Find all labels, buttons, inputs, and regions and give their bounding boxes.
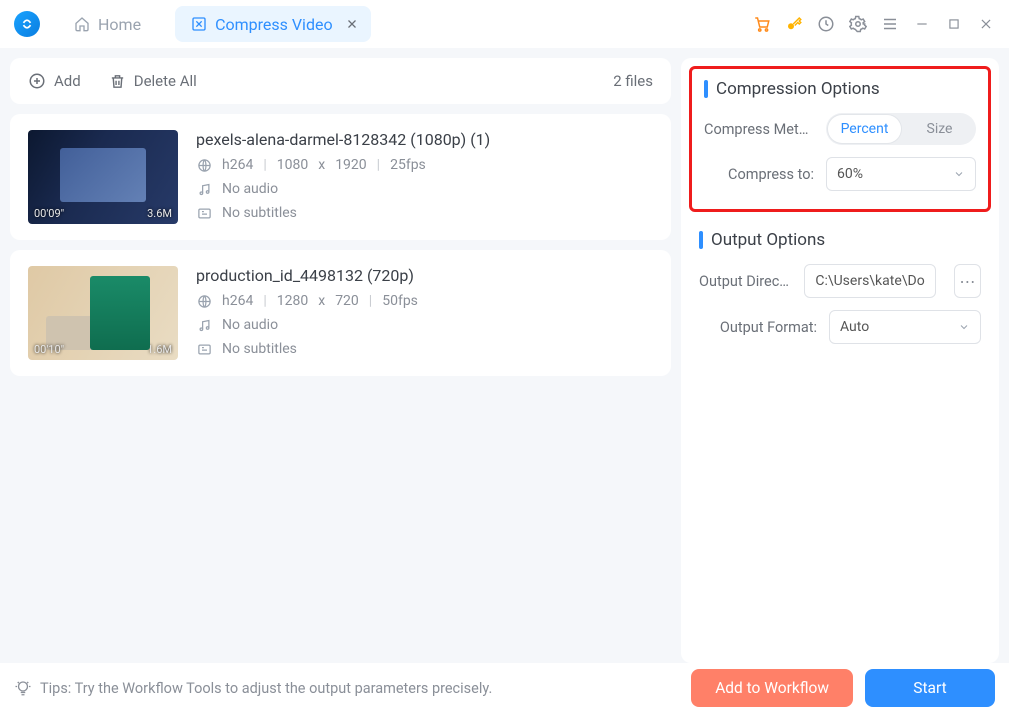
subtitle-row: No subtitles: [196, 205, 653, 221]
compress-to-value: 60%: [837, 166, 863, 182]
history-icon[interactable]: [817, 15, 835, 33]
window-minimize-button[interactable]: [913, 15, 931, 33]
window-close-button[interactable]: [977, 15, 995, 33]
tab-close-button[interactable]: [343, 15, 361, 33]
cart-icon[interactable]: [753, 15, 771, 33]
tab-compress-video[interactable]: Compress Video: [175, 6, 371, 42]
video-duration: 00'10": [34, 343, 64, 356]
compress-video-icon: [191, 16, 207, 32]
method-size-option[interactable]: Size: [903, 113, 976, 145]
options-column: Compression Options Compress Meth… Perce…: [681, 48, 1009, 663]
subtitle-icon: [196, 205, 212, 221]
footer-bar: Tips: Try the Workflow Tools to adjust t…: [0, 663, 1009, 713]
output-format-value: Auto: [840, 319, 869, 335]
compress-method-label: Compress Meth…: [704, 121, 814, 138]
video-thumbnail: 00'09" 3.6M: [28, 130, 178, 224]
menu-icon[interactable]: [881, 15, 899, 33]
gear-icon[interactable]: [849, 15, 867, 33]
compression-options-highlight: Compression Options Compress Meth… Perce…: [689, 66, 991, 212]
window-actions: [753, 15, 995, 33]
delete-all-button[interactable]: Delete All: [109, 72, 197, 90]
ellipsis-icon: ⋯: [959, 272, 975, 291]
method-percent-option[interactable]: Percent: [828, 115, 901, 143]
browse-directory-button[interactable]: ⋯: [954, 264, 981, 298]
file-name: production_id_4498132 (720p): [196, 266, 653, 285]
tab-home[interactable]: Home: [58, 6, 157, 42]
video-thumbnail: 00'10" 1.6M: [28, 266, 178, 360]
globe-icon: [196, 157, 212, 173]
audio-row: No audio: [196, 181, 653, 197]
close-icon: [346, 18, 358, 30]
video-duration: 00'09": [34, 207, 64, 220]
subtitle-icon: [196, 341, 212, 357]
output-format-select[interactable]: Auto: [829, 310, 981, 344]
add-button-label: Add: [54, 72, 81, 90]
key-icon[interactable]: [785, 15, 803, 33]
music-note-icon: [196, 317, 212, 333]
video-spec-row: h264| 1080x1920 |25fps: [196, 157, 653, 173]
titlebar: Home Compress Video: [0, 0, 1009, 48]
add-button[interactable]: Add: [28, 72, 81, 90]
compression-options-title: Compression Options: [704, 79, 976, 99]
plus-circle-icon: [28, 72, 46, 90]
globe-icon: [196, 293, 212, 309]
compress-method-toggle: Percent Size: [826, 113, 976, 145]
video-size: 3.6M: [147, 207, 172, 220]
trash-icon: [109, 73, 126, 90]
add-to-workflow-button[interactable]: Add to Workflow: [691, 669, 853, 707]
output-directory-row: Output Directory: C:\Users\kate\Do ⋯: [699, 264, 981, 298]
start-button[interactable]: Start: [865, 669, 995, 707]
file-item[interactable]: 00'09" 3.6M pexels-alena-darmel-8128342 …: [10, 114, 671, 240]
output-directory-field[interactable]: C:\Users\kate\Do: [804, 264, 935, 298]
output-directory-value: C:\Users\kate\Do: [815, 273, 924, 289]
output-directory-label: Output Directory:: [699, 273, 792, 290]
file-item[interactable]: 00'10" 1.6M production_id_4498132 (720p)…: [10, 250, 671, 376]
output-format-row: Output Format: Auto: [699, 310, 981, 344]
tips-text: Tips: Try the Workflow Tools to adjust t…: [14, 679, 492, 697]
compress-to-select[interactable]: 60%: [826, 157, 976, 191]
file-name: pexels-alena-darmel-8128342 (1080p) (1): [196, 130, 653, 149]
video-size: 1.6M: [147, 343, 172, 356]
options-panel: Compression Options Compress Meth… Perce…: [681, 58, 999, 663]
chevron-down-icon: [953, 168, 965, 180]
output-options-title: Output Options: [699, 230, 981, 250]
music-note-icon: [196, 181, 212, 197]
tab-home-label: Home: [98, 15, 141, 34]
delete-all-label: Delete All: [134, 72, 197, 90]
file-list-column: Add Delete All 2 files 00'09" 3.6M pexel…: [0, 48, 681, 663]
output-format-label: Output Format:: [699, 319, 817, 336]
lightbulb-icon: [14, 679, 32, 697]
compress-to-label: Compress to:: [704, 166, 814, 183]
window-maximize-button[interactable]: [945, 15, 963, 33]
app-logo-icon: [14, 11, 40, 37]
main-area: Add Delete All 2 files 00'09" 3.6M pexel…: [0, 48, 1009, 663]
home-icon: [74, 16, 90, 32]
compress-method-row: Compress Meth… Percent Size: [704, 113, 976, 145]
compress-to-row: Compress to: 60%: [704, 157, 976, 191]
audio-row: No audio: [196, 317, 653, 333]
file-toolbar: Add Delete All 2 files: [10, 58, 671, 104]
video-spec-row: h264| 1280x720 |50fps: [196, 293, 653, 309]
subtitle-row: No subtitles: [196, 341, 653, 357]
file-count-label: 2 files: [613, 72, 653, 90]
tab-compress-video-label: Compress Video: [215, 15, 333, 34]
chevron-down-icon: [958, 321, 970, 333]
